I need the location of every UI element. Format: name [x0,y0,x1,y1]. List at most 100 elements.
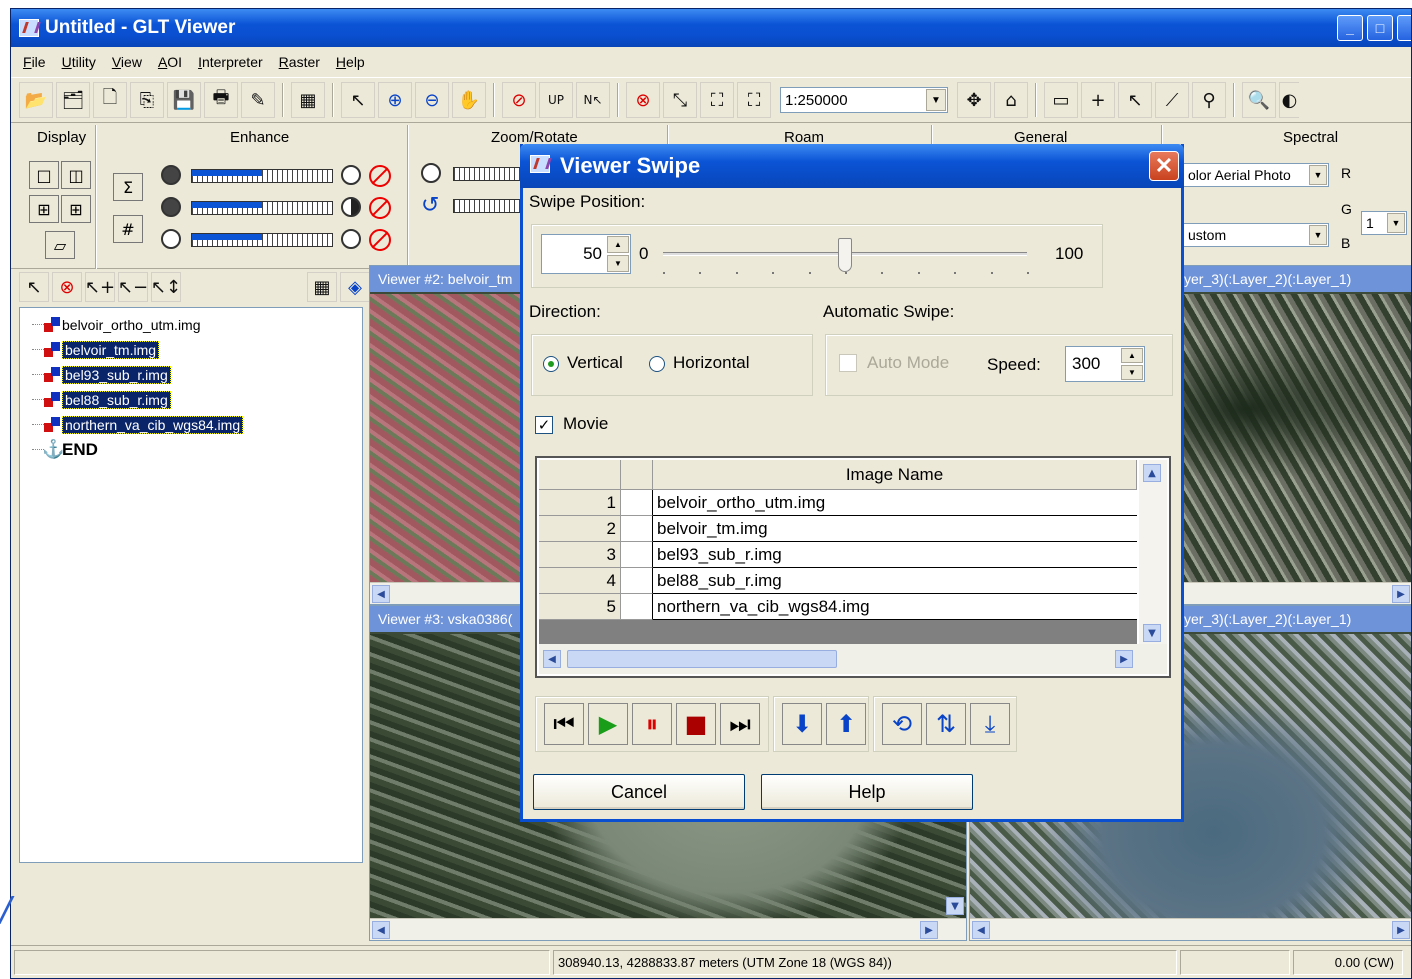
measure-icon[interactable]: ▭ [1044,82,1078,118]
menu-file[interactable]: File [23,54,46,70]
reorder-layer-icon[interactable]: ↖↕ [151,272,181,302]
north-arrow-icon[interactable]: N↖ [576,82,610,118]
chevron-down-icon[interactable]: ▼ [1309,225,1327,245]
open-folder-icon[interactable]: 📂 [19,82,53,118]
spin-up-icon[interactable]: ▲ [1121,348,1143,363]
profile-icon[interactable]: ⟋ [1155,82,1189,118]
chevron-down-icon[interactable]: ▼ [926,89,946,111]
spin-down-icon[interactable]: ▼ [607,255,629,272]
chevron-right-icon[interactable]: ▶ [920,921,938,939]
close-icon[interactable]: ✕ [1149,151,1179,181]
table-row[interactable]: 3 bel93_sub_r.img [539,542,1137,568]
contrast-reset-icon[interactable] [341,197,361,217]
quad-view-icon[interactable]: ⊞ [61,195,91,223]
minimize-button[interactable]: _ [1337,15,1363,41]
navigate-icon[interactable]: ✥ [957,82,991,118]
movie-checkbox[interactable]: ✓ [535,416,553,434]
cancel-contrast-icon[interactable] [369,197,391,219]
menu-help[interactable]: Help [336,54,365,70]
chevron-left-icon[interactable]: ◀ [972,921,990,939]
home-icon[interactable]: ⌂ [994,82,1028,118]
layer-item[interactable]: belvoir_ortho_utm.img [20,312,362,337]
menu-raster[interactable]: Raster [279,54,320,70]
full-extent-icon[interactable]: ⛶ [737,82,771,118]
north-up-icon[interactable]: UP [539,82,573,118]
zoom-out-icon[interactable]: ⊖ [415,82,449,118]
dialog-titlebar[interactable]: Viewer Swipe ✕ [520,144,1184,188]
cancel-brightness-icon[interactable] [369,165,391,187]
chevron-left-icon[interactable]: ◀ [372,585,390,603]
window-titlebar[interactable]: Untitled - GLT Viewer _ □ [11,9,1411,47]
skip-to-start-icon[interactable]: ⏮ [544,703,584,745]
play-icon[interactable]: ▶ [588,703,628,745]
table-row[interactable]: 5 northern_va_cib_wgs84.img [539,594,1137,620]
menu-utility[interactable]: Utility [62,54,96,70]
menu-view[interactable]: View [112,54,142,70]
spectral-mode-combo[interactable]: ustom ▼ [1183,223,1329,247]
zoom-in-icon[interactable]: ⊕ [378,82,412,118]
chevron-down-icon[interactable]: ▼ [1387,213,1405,233]
zoom-slider[interactable] [453,167,523,181]
table-row[interactable]: 4 bel88_sub_r.img [539,568,1137,594]
rotate-icon[interactable]: ↺ [421,193,439,218]
grid-vertical-scrollbar[interactable]: ▲ ▼ [1139,460,1167,646]
spin-down-icon[interactable]: ▼ [1121,365,1143,380]
eraser-icon[interactable]: ✎ [241,82,275,118]
table-row[interactable]: 2 belvoir_tm.img [539,516,1137,542]
grid-scroll-thumb[interactable] [567,650,837,668]
remove-from-layer-icon[interactable]: ↖− [118,272,148,302]
swipe-slider-thumb[interactable] [838,238,852,272]
split-view-icon[interactable]: ⊞ [29,195,59,223]
table-row[interactable]: 1 belvoir_ortho_utm.img [539,490,1137,516]
chevron-right-icon[interactable]: ▶ [1392,585,1410,603]
band-r-combo[interactable]: 1 ▼ [1361,211,1407,235]
move-to-bottom-icon[interactable]: ⤓ [970,703,1010,745]
remove-layer-icon[interactable]: ⊗ [52,272,82,302]
statistics-icon[interactable]: Σ [113,173,143,201]
search-icon[interactable]: 🔍 [1242,82,1276,118]
copy-document-icon[interactable]: ⎘ [130,82,164,118]
pause-icon[interactable]: ⏸ [632,703,672,745]
shrink-icon[interactable]: ⤡ [663,82,697,118]
maximize-button[interactable]: □ [1367,15,1393,41]
viewer-1[interactable]: yer_3)(:Layer_2)(:Layer_1) ▶ [1175,265,1411,605]
swap-order-icon[interactable]: ⇅ [926,703,966,745]
loop-icon[interactable]: ⟲ [882,703,922,745]
sharpness-slider[interactable] [191,233,333,247]
histogram-icon[interactable]: # [113,215,143,243]
chevron-down-icon[interactable]: ▼ [1143,624,1161,642]
fit-to-window-icon[interactable]: ⛶ [700,82,734,118]
move-up-icon[interactable]: ⬆ [826,703,866,745]
grid-horizontal-scrollbar[interactable]: ◀ ▶ [539,644,1167,674]
inquire-cursor-icon[interactable]: ↖ [1118,82,1152,118]
print-icon[interactable]: 🖶 [204,82,238,118]
clear-icon[interactable]: ⊗ [626,82,660,118]
stack-icon[interactable]: ◈ [340,272,370,302]
menu-aoi[interactable]: AOI [158,54,182,70]
layer-item[interactable]: bel88_sub_r.img [20,387,362,412]
rotate-reset-icon[interactable]: ⊘ [502,82,536,118]
horizontal-radio[interactable] [649,356,665,372]
viewer-3-scrollbar[interactable]: ◀ ▶ ▼ [370,897,966,940]
layer-item[interactable]: belvoir_tm.img [20,337,362,362]
move-down-icon[interactable]: ⬇ [782,703,822,745]
brightness-reset-icon[interactable] [341,165,361,185]
menu-interpreter[interactable]: Interpreter [198,54,263,70]
cancel-button[interactable]: Cancel [533,774,745,810]
layer-info-icon[interactable]: ▦ [291,82,325,118]
new-document-icon[interactable]: 🗋 [93,82,127,118]
stop-icon[interactable]: ■ [676,703,716,745]
vertical-radio[interactable] [543,356,559,372]
skip-to-end-icon[interactable]: ⏭ [720,703,760,745]
speed-spinner[interactable]: 300 ▲ ▼ [1065,346,1145,382]
layer-item[interactable]: northern_va_cib_wgs84.img [20,412,362,437]
chevron-down-icon[interactable]: ▼ [1309,165,1327,185]
select-arrow-icon[interactable]: ↖ [19,272,49,302]
chevron-up-icon[interactable]: ▲ [1143,464,1161,482]
chevron-down-icon[interactable]: ▼ [946,897,964,915]
single-view-icon[interactable]: □ [29,161,59,189]
rotate-slider[interactable] [453,199,523,213]
spin-up-icon[interactable]: ▲ [607,236,629,253]
help-button[interactable]: Help [761,774,973,810]
brightness-slider[interactable] [191,169,333,183]
